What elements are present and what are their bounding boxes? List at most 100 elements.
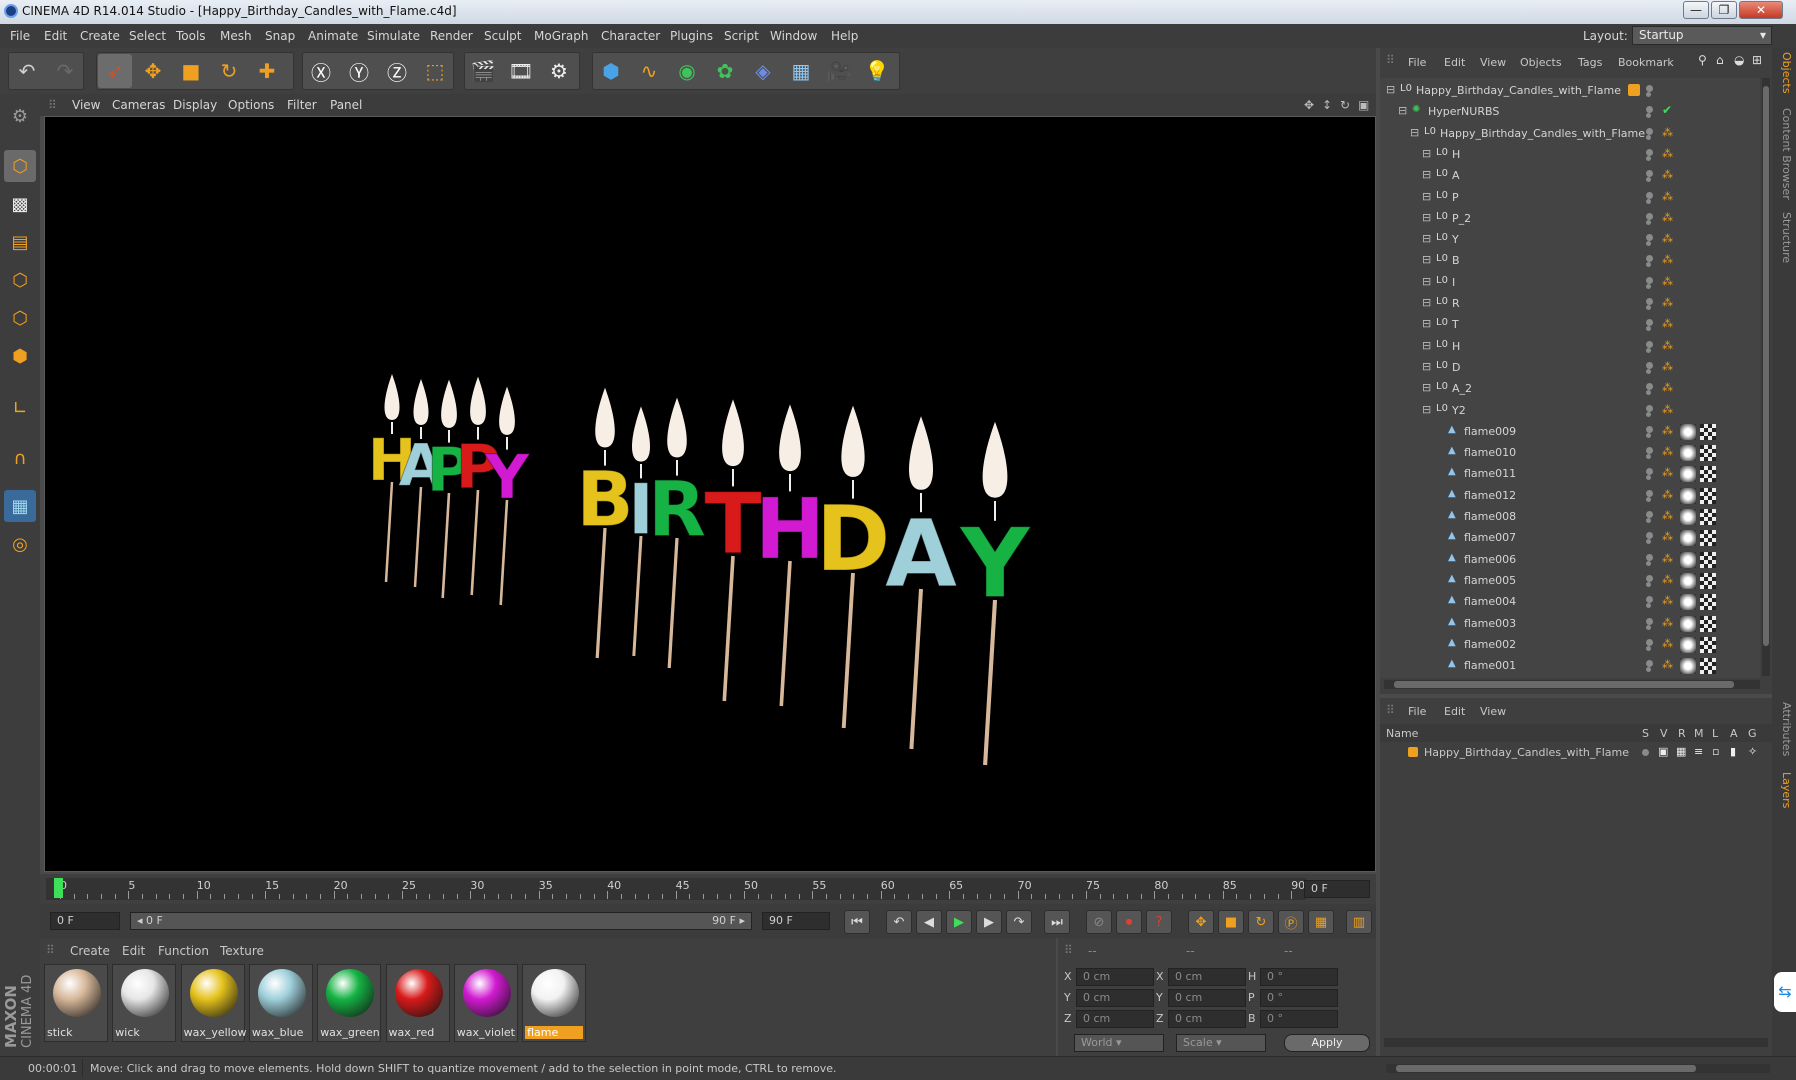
editor-visibility-dot[interactable] — [1646, 191, 1653, 199]
flame-material-tag-icon[interactable] — [1680, 466, 1696, 483]
key-parameter-icon[interactable]: Ⓟ — [1278, 910, 1304, 934]
menu-create[interactable]: Create — [80, 29, 120, 43]
x-axis-lock-icon[interactable]: Ⓧ — [304, 54, 338, 88]
menu-window[interactable]: Window — [770, 29, 817, 43]
layer-name[interactable]: Happy_Birthday_Candles_with_Flame — [1424, 746, 1629, 759]
material-menu-edit[interactable]: Edit — [122, 944, 145, 958]
object-tree-scrollbar[interactable] — [1762, 78, 1770, 676]
object-tree-row[interactable]: ⊟ ✺ HyperNURBS ✔ — [1380, 101, 1760, 122]
object-tree-row[interactable]: ⊟ L0 Y2 ⁂ — [1380, 400, 1760, 421]
expand-toggle-icon[interactable]: ⊟ — [1422, 253, 1431, 266]
expand-toggle-icon[interactable]: ⊟ — [1398, 104, 1407, 117]
tab-structure[interactable]: Structure — [1775, 212, 1793, 263]
floor-scene-icon[interactable]: ▦ — [784, 54, 818, 88]
texture-tag-icon[interactable] — [1700, 509, 1716, 525]
render-visibility-dot[interactable] — [1646, 496, 1651, 502]
new-window-icon[interactable]: ⊞ — [1752, 53, 1762, 67]
maximize-button[interactable]: ❐ — [1711, 1, 1737, 19]
texture-tag-icon[interactable] — [1700, 423, 1716, 440]
flame-material-tag-icon[interactable] — [1680, 487, 1696, 504]
timeline-ruler[interactable]: 0 5 10 15 20 25 30 35 40 45 50 55 60 65 70 75 80 85 90 0 F — [40, 874, 1376, 904]
editor-visibility-dot[interactable] — [1646, 383, 1653, 391]
render-visibility-dot[interactable] — [1646, 518, 1651, 523]
object-tree-row[interactable]: ▲ flame010 ⁂ — [1380, 442, 1760, 463]
object-name[interactable]: flame004 — [1464, 595, 1516, 608]
render-visibility-dot[interactable] — [1646, 198, 1651, 204]
object-tree-row[interactable]: ⊟ L0 I ⁂ — [1380, 272, 1760, 293]
layer-lock-icon[interactable]: ▫ — [1712, 745, 1719, 758]
menu-snap[interactable]: Snap — [265, 29, 295, 43]
render-visibility-dot[interactable] — [1646, 475, 1651, 481]
expand-toggle-icon[interactable]: ⊟ — [1422, 403, 1431, 416]
editor-visibility-dot[interactable] — [1646, 617, 1653, 625]
material-stick[interactable]: stick — [44, 964, 108, 1042]
menu-render[interactable]: Render — [430, 29, 473, 43]
phong-tag-icon[interactable]: ⁂ — [1662, 403, 1673, 416]
render-visibility-dot[interactable] — [1646, 326, 1651, 332]
material-menu-texture[interactable]: Texture — [220, 944, 264, 958]
editor-visibility-dot[interactable] — [1646, 234, 1653, 242]
expand-toggle-icon[interactable]: ⊟ — [1410, 126, 1419, 139]
flame-material-tag-icon[interactable] — [1680, 423, 1696, 440]
viewport-menu-panel[interactable]: Panel — [330, 98, 362, 112]
start-frame-field[interactable]: 0 F — [50, 912, 120, 930]
object-name[interactable]: Happy_Birthday_Candles_with_Flame — [1440, 127, 1645, 140]
texture-tag-icon[interactable] — [1700, 658, 1716, 675]
layer-generator-icon[interactable]: ✧ — [1748, 745, 1757, 758]
expand-toggle-icon[interactable]: ⊟ — [1422, 232, 1431, 245]
expand-toggle-icon[interactable]: ⊟ — [1422, 211, 1431, 224]
viewport-menu-filter[interactable]: Filter — [287, 98, 317, 112]
object-name[interactable]: H — [1452, 148, 1460, 161]
object-tree-row[interactable]: ▲ flame004 ⁂ — [1380, 591, 1760, 612]
enabled-check-icon[interactable]: ✔ — [1662, 103, 1672, 117]
object-tree-row[interactable]: ▲ flame002 ⁂ — [1380, 634, 1760, 655]
object-name[interactable]: A_2 — [1452, 382, 1472, 395]
mograph-cloner-icon[interactable]: ✿ — [708, 54, 742, 88]
render-visibility-dot[interactable] — [1646, 411, 1651, 417]
render-visibility-dot[interactable] — [1646, 603, 1651, 609]
menu-edit[interactable]: Edit — [44, 29, 67, 43]
phong-tag-icon[interactable]: ⁂ — [1662, 552, 1673, 565]
object-tree-row[interactable]: ⊟ L0 D ⁂ — [1380, 357, 1760, 378]
texture-tag-icon[interactable] — [1700, 445, 1716, 462]
viewport-menu-cameras[interactable]: Cameras — [112, 98, 165, 112]
render-visibility-dot[interactable] — [1646, 432, 1651, 438]
render-visibility-dot[interactable] — [1646, 539, 1651, 545]
layer-color-swatch[interactable] — [1408, 747, 1418, 757]
move-tool-icon[interactable]: ✥ — [136, 54, 170, 88]
phong-tag-icon[interactable]: ⁂ — [1662, 190, 1673, 203]
object-name[interactable]: I — [1452, 276, 1455, 289]
editor-visibility-dot[interactable] — [1646, 127, 1653, 135]
edges-mode-icon[interactable]: ⬡ — [4, 302, 36, 334]
render-view-icon[interactable]: 🎬 — [466, 54, 500, 88]
object-name[interactable]: flame006 — [1464, 553, 1516, 566]
object-tree-row[interactable]: ⊟ L0 A_2 ⁂ — [1380, 378, 1760, 399]
teamviewer-icon[interactable]: ⇆ — [1774, 972, 1796, 1012]
camera-icon[interactable]: 🎥 — [822, 54, 856, 88]
status-scrollbar[interactable] — [1386, 1064, 1770, 1073]
move-view-icon[interactable]: ✥ — [1304, 98, 1314, 112]
menu-select[interactable]: Select — [129, 29, 166, 43]
render-visibility-dot[interactable] — [1646, 241, 1651, 247]
previous-frame-icon[interactable]: ◀ — [916, 910, 942, 934]
editor-visibility-dot[interactable] — [1646, 638, 1653, 646]
phong-tag-icon[interactable]: ⁂ — [1662, 509, 1673, 522]
editor-visibility-dot[interactable] — [1646, 468, 1653, 476]
phong-tag-icon[interactable]: ⁂ — [1662, 126, 1673, 139]
texture-tag-icon[interactable] — [1700, 466, 1716, 483]
material-menu-function[interactable]: Function — [158, 944, 209, 958]
close-button[interactable]: ✕ — [1739, 1, 1783, 19]
axis-mode-icon[interactable]: ∟ — [4, 392, 36, 424]
object-menu-view[interactable]: View — [1480, 56, 1506, 69]
flame-material-tag-icon[interactable] — [1680, 594, 1696, 611]
object-tree-row[interactable]: ⊟ L0 H ⁂ — [1380, 336, 1760, 357]
object-name[interactable]: Y — [1452, 233, 1459, 246]
object-name[interactable]: Happy_Birthday_Candles_with_Flame — [1416, 84, 1621, 97]
home-icon[interactable]: ⌂ — [1716, 53, 1724, 67]
editor-visibility-dot[interactable] — [1646, 532, 1653, 540]
object-menu-tags[interactable]: Tags — [1578, 56, 1602, 69]
object-name[interactable]: flame003 — [1464, 617, 1516, 630]
flame-material-tag-icon[interactable] — [1680, 636, 1696, 653]
menu-mograph[interactable]: MoGraph — [534, 29, 589, 43]
menu-simulate[interactable]: Simulate — [367, 29, 420, 43]
